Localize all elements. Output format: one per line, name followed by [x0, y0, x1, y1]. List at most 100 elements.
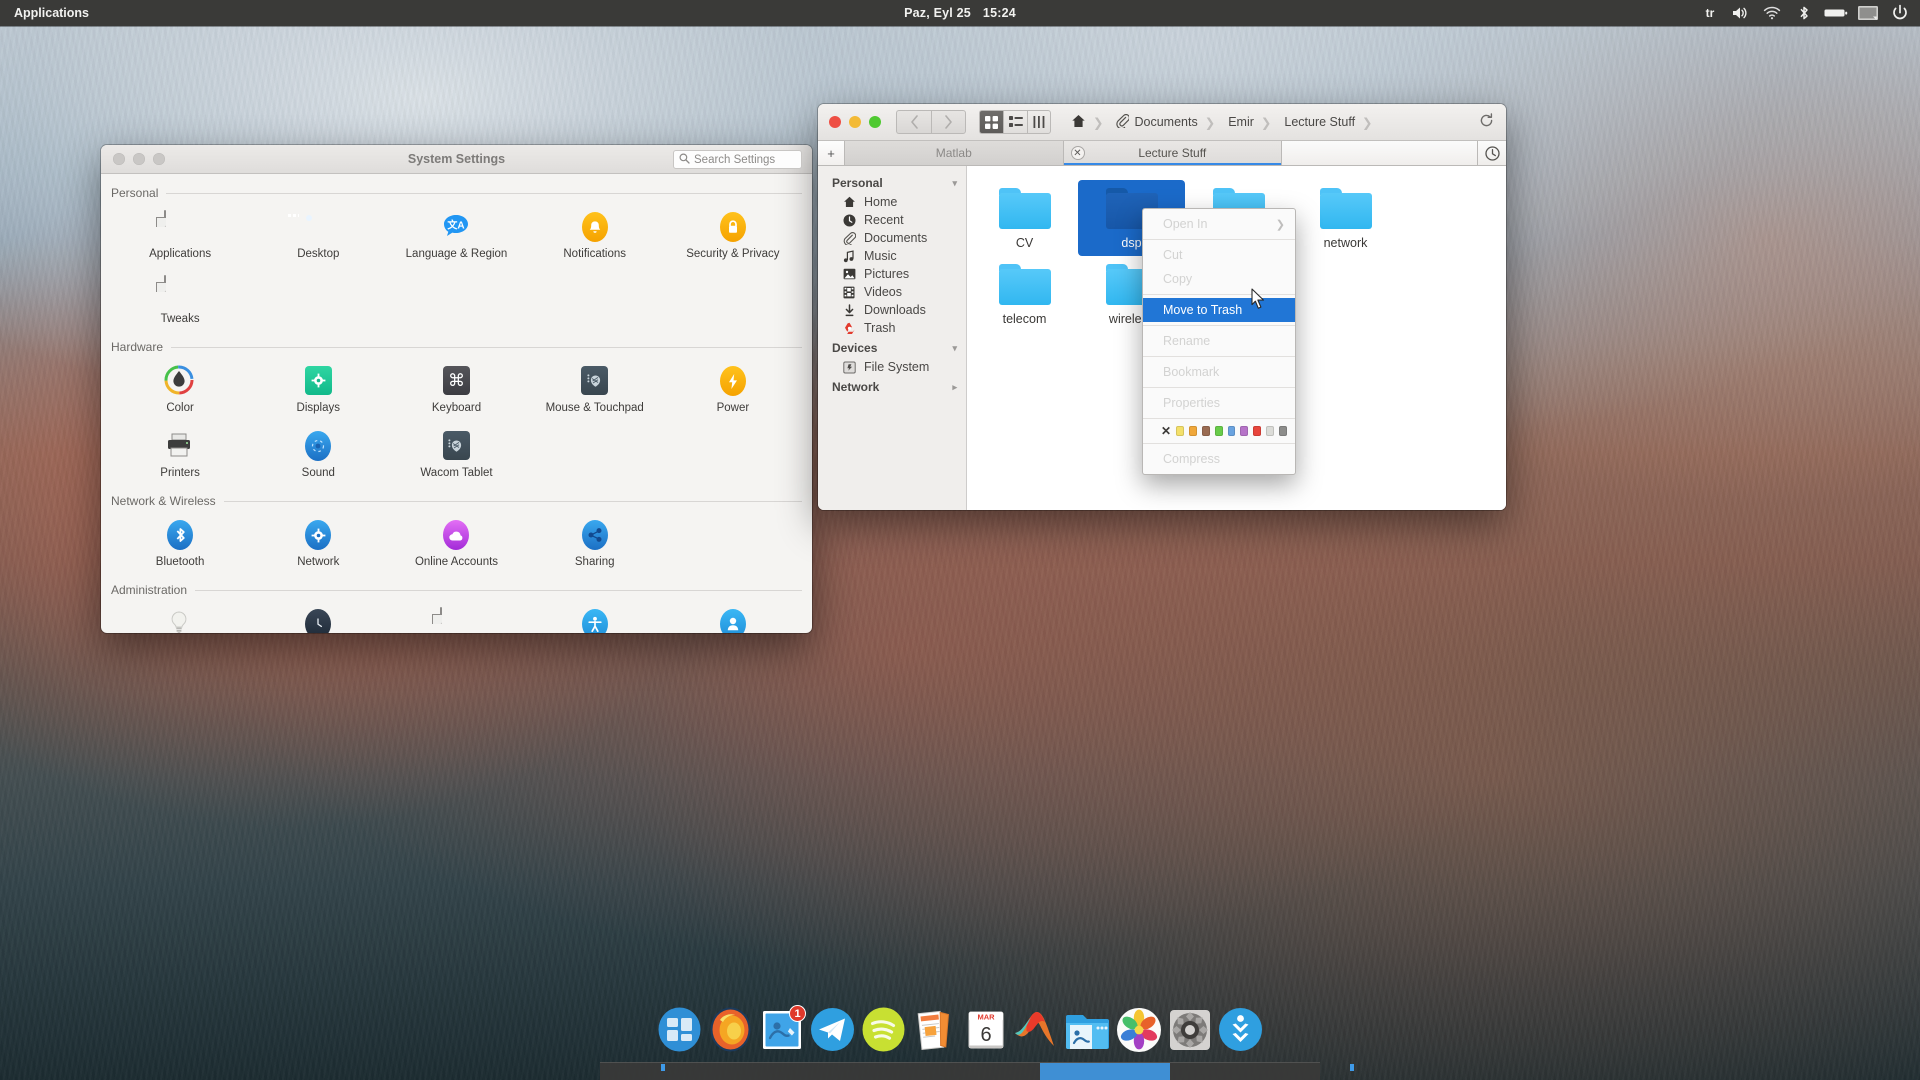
keyboard-layout-indicator[interactable]: tr — [1698, 6, 1722, 20]
color-tag-yellow[interactable] — [1176, 426, 1184, 436]
minimize-button[interactable] — [849, 116, 861, 128]
recent-history-button[interactable] — [1478, 141, 1506, 165]
settings-item-desktop[interactable]: Desktop — [249, 202, 387, 267]
chevron-down-icon[interactable]: ▾ — [952, 343, 957, 354]
settings-item-about[interactable]: About — [111, 599, 249, 633]
sidebar-item-file-system[interactable]: File System — [818, 358, 966, 376]
breadcrumb-item-emir[interactable]: Emir ❯ — [1224, 110, 1280, 134]
battery-icon[interactable] — [1822, 0, 1850, 26]
color-tag-brown[interactable] — [1201, 426, 1210, 436]
settings-item-displays[interactable]: Displays — [249, 356, 387, 421]
close-button[interactable] — [113, 153, 125, 165]
settings-item-mouse-touchpad[interactable]: Mouse & Touchpad — [526, 356, 664, 421]
power-icon[interactable] — [1886, 0, 1914, 26]
close-button[interactable] — [829, 116, 841, 128]
column-view-button[interactable] — [1027, 110, 1051, 134]
dock-item-spotify[interactable] — [860, 1006, 907, 1053]
grid-view-button[interactable] — [979, 110, 1003, 134]
display-icon[interactable] — [1854, 0, 1882, 26]
settings-item-tweaks[interactable]: Tweaks — [111, 267, 249, 332]
color-tag-blue[interactable] — [1227, 426, 1236, 436]
new-tab-button[interactable]: + — [818, 141, 845, 165]
file-item-telecom[interactable]: telecom — [971, 256, 1078, 332]
context-menu-item-open-in[interactable]: Open In ❯ — [1143, 212, 1295, 236]
context-menu-item-compress[interactable]: Compress — [1143, 447, 1295, 471]
dock-item-photos[interactable] — [1115, 1006, 1162, 1053]
sidebar-item-trash[interactable]: Trash — [818, 319, 966, 337]
dock-item-telegram[interactable] — [809, 1006, 856, 1053]
maximize-button[interactable] — [153, 153, 165, 165]
back-button[interactable] — [896, 110, 931, 134]
settings-item-user-accounts[interactable]: User Accounts — [664, 599, 802, 633]
dock-item-downloads[interactable] — [1217, 1006, 1264, 1053]
settings-item-sharing[interactable]: Sharing — [526, 510, 664, 575]
sidebar-item-documents[interactable]: Documents — [818, 229, 966, 247]
settings-item-color[interactable]: Color — [111, 356, 249, 421]
chevron-down-icon[interactable]: ▾ — [952, 178, 957, 189]
dock-item-calendar[interactable]: MAR 6 — [962, 1006, 1009, 1053]
settings-item-bluetooth[interactable]: Bluetooth — [111, 510, 249, 575]
settings-item-notifications[interactable]: Notifications — [526, 202, 664, 267]
dock-item-firefox[interactable] — [707, 1006, 754, 1053]
context-menu-item-bookmark[interactable]: Bookmark — [1143, 360, 1295, 384]
color-tag-none[interactable]: ✕ — [1161, 425, 1171, 437]
settings-item-date-time[interactable]: Date & Time — [249, 599, 387, 633]
sidebar-item-pictures[interactable]: Pictures — [818, 265, 966, 283]
chevron-right-icon[interactable]: ▸ — [952, 382, 957, 393]
sidebar-item-downloads[interactable]: Downloads — [818, 301, 966, 319]
context-menu-item-cut[interactable]: Cut — [1143, 243, 1295, 267]
color-tag-red[interactable] — [1253, 426, 1262, 436]
bluetooth-icon[interactable] — [1790, 0, 1818, 26]
sidebar-group-devices[interactable]: Devices ▾ — [818, 337, 966, 358]
minimize-button[interactable] — [133, 153, 145, 165]
settings-item-universal-access[interactable]: Universal Access — [526, 599, 664, 633]
sidebar-group-personal[interactable]: Personal ▾ — [818, 172, 966, 193]
sidebar-group-network[interactable]: Network ▸ — [818, 376, 966, 397]
volume-icon[interactable] — [1726, 0, 1754, 26]
close-icon[interactable]: ✕ — [1070, 146, 1085, 160]
context-menu-item-rename[interactable]: Rename — [1143, 329, 1295, 353]
settings-item-online-accounts[interactable]: Online Accounts — [387, 510, 525, 575]
list-view-button[interactable] — [1003, 110, 1027, 134]
color-tag-orange[interactable] — [1188, 426, 1197, 436]
dock-item-app-launcher[interactable] — [656, 1006, 703, 1053]
file-item-cv[interactable]: CV — [971, 180, 1078, 256]
breadcrumb-item-documents[interactable]: Documents ❯ — [1112, 110, 1224, 134]
breadcrumb-item-lecture-stuff[interactable]: Lecture Stuff ❯ — [1280, 110, 1381, 134]
dock-item-system-settings[interactable] — [1166, 1006, 1213, 1053]
dock-item-files[interactable] — [1064, 1006, 1111, 1053]
color-tag-green[interactable] — [1214, 426, 1223, 436]
color-tag-lightgray[interactable] — [1266, 426, 1275, 436]
settings-item-keyboard[interactable]: ⌘ Keyboard — [387, 356, 525, 421]
settings-item-printers[interactable]: Printers — [111, 421, 249, 486]
sidebar-item-recent[interactable]: Recent — [818, 211, 966, 229]
settings-titlebar[interactable]: System Settings Search Settings — [101, 145, 812, 174]
color-tag-purple[interactable] — [1240, 426, 1249, 436]
settings-item-network[interactable]: Network — [249, 510, 387, 575]
forward-button[interactable] — [931, 110, 966, 134]
dock-item-matlab[interactable] — [1013, 1006, 1060, 1053]
sidebar-item-home[interactable]: Home — [818, 193, 966, 211]
settings-item-parental-control[interactable]: Parental Control — [387, 599, 525, 633]
dock-item-mail[interactable]: 1 — [758, 1005, 806, 1053]
settings-item-security-privacy[interactable]: Security & Privacy — [664, 202, 802, 267]
wifi-icon[interactable] — [1758, 0, 1786, 26]
sidebar-item-videos[interactable]: Videos — [818, 283, 966, 301]
files-titlebar[interactable]: ❯ Documents ❯ Emir ❯ Lecture Stuff ❯ — [818, 104, 1506, 141]
settings-item-applications[interactable]: Applications — [111, 202, 249, 267]
color-tag-darkgray[interactable] — [1279, 426, 1287, 436]
settings-item-language-region[interactable]: 文A Language & Region — [387, 202, 525, 267]
settings-item-sound[interactable]: Sound — [249, 421, 387, 486]
maximize-button[interactable] — [869, 116, 881, 128]
context-menu-item-move-to-trash[interactable]: Move to Trash — [1143, 298, 1295, 322]
file-item-network[interactable]: network — [1292, 180, 1399, 256]
dock-item-notes[interactable] — [911, 1006, 958, 1053]
search-input[interactable]: Search Settings — [673, 150, 802, 169]
settings-item-power[interactable]: Power — [664, 356, 802, 421]
sidebar-item-music[interactable]: Music — [818, 247, 966, 265]
settings-item-wacom-tablet[interactable]: Wacom Tablet — [387, 421, 525, 486]
tab-matlab[interactable]: Matlab — [845, 141, 1064, 165]
reload-button[interactable] — [1479, 113, 1494, 131]
context-menu-item-copy[interactable]: Copy — [1143, 267, 1295, 291]
panel-clock[interactable]: Paz, Eyl 25 15:24 — [904, 6, 1016, 20]
